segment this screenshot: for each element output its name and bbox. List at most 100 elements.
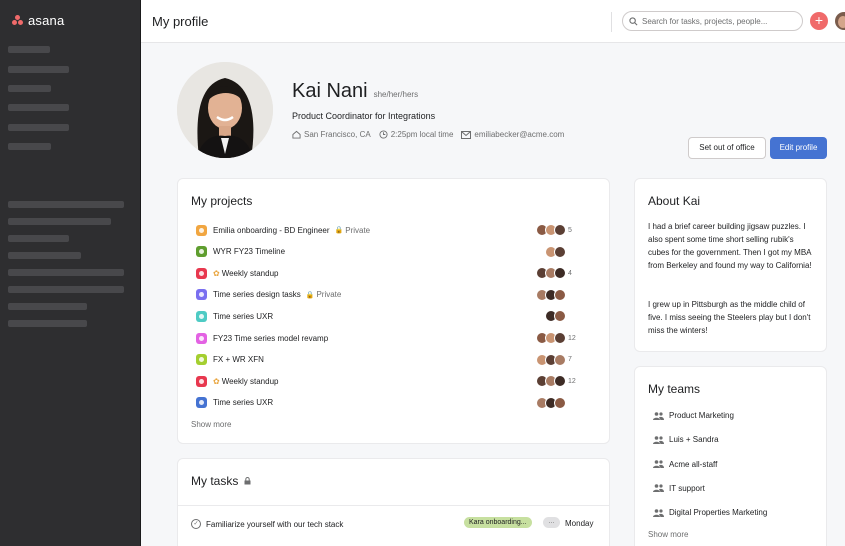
sidebar-nav-placeholder[interactable] (8, 124, 69, 131)
project-row[interactable]: WYR FY23 Timeline (196, 244, 594, 260)
team-item[interactable]: Luis + Sandra (653, 435, 719, 444)
my-tasks-title: My tasks (191, 474, 239, 488)
search-icon (629, 16, 638, 25)
member-avatar (554, 288, 566, 301)
sidebar-nav-placeholder[interactable] (8, 252, 81, 259)
team-item[interactable]: Product Marketing (653, 411, 734, 420)
sidebar-nav-placeholder[interactable] (8, 269, 124, 276)
teams-show-more-link[interactable]: Show more (648, 530, 688, 539)
team-name[interactable]: Acme all-staff (669, 460, 717, 469)
sidebar-nav-placeholder[interactable] (8, 320, 87, 327)
team-icon (653, 484, 664, 493)
project-members[interactable]: 4 (536, 267, 576, 280)
local-time-item: 2:25pm local time (379, 130, 454, 139)
member-avatar (554, 332, 566, 344)
search-input[interactable] (642, 16, 792, 26)
set-out-of-office-button[interactable]: Set out of office (688, 137, 766, 159)
mail-icon (461, 130, 472, 139)
project-row[interactable]: FY23 Time series model revamp 12 (196, 330, 594, 346)
search-box[interactable] (622, 11, 803, 31)
project-members[interactable] (545, 310, 576, 323)
sidebar-nav-placeholder[interactable] (8, 286, 124, 293)
projects-show-more-link[interactable]: Show more (191, 420, 231, 429)
sidebar-nav-placeholder[interactable] (8, 85, 51, 92)
sidebar-nav-placeholder[interactable] (8, 218, 111, 225)
task-name[interactable]: Familiarize yourself with our tech stack (206, 520, 343, 529)
project-name[interactable]: Weekly standup (222, 377, 279, 386)
team-item[interactable]: IT support (653, 484, 705, 493)
profile-meta: San Francisco, CA 2:25pm local time emil… (292, 130, 564, 139)
user-avatar[interactable] (835, 12, 845, 30)
project-members[interactable]: 12 (536, 332, 576, 344)
team-icon (653, 435, 664, 444)
about-title: About Kai (648, 194, 701, 208)
member-avatar (554, 353, 566, 366)
sidebar-nav-placeholder[interactable] (8, 66, 69, 73)
project-row[interactable]: Emilia onboarding - BD Engineer 🔒 Private 5 (196, 222, 594, 238)
profile-avatar[interactable] (177, 62, 273, 158)
sidebar-nav-placeholder[interactable] (8, 303, 87, 310)
home-icon (292, 130, 301, 139)
team-name[interactable]: Digital Properties Marketing (669, 508, 767, 517)
project-color-icon (196, 289, 207, 301)
team-icon (653, 411, 664, 420)
profile-email[interactable]: emiliabecker@acme.com (474, 130, 564, 139)
team-item[interactable]: Digital Properties Marketing (653, 508, 767, 517)
project-members[interactable] (545, 245, 576, 258)
member-avatar (554, 310, 566, 323)
project-name[interactable]: Emilia onboarding - BD Engineer (213, 226, 330, 235)
my-tasks-header: My tasks (191, 474, 251, 488)
project-color-icon (196, 224, 207, 236)
tasks-divider (178, 505, 609, 506)
member-count: 4 (568, 269, 572, 277)
project-row[interactable]: ✿ Weekly standup 12 (196, 373, 594, 389)
private-label: Private (345, 225, 371, 235)
asana-logo[interactable]: asana (12, 13, 64, 28)
email-item[interactable]: emiliabecker@acme.com (461, 130, 564, 139)
task-more-tags[interactable]: ... (543, 517, 560, 528)
project-row[interactable]: Time series design tasks 🔒 Private (196, 287, 594, 303)
flower-emoji-icon: ✿ (213, 268, 220, 278)
add-button[interactable]: + (810, 12, 828, 30)
lock-icon: 🔒 (334, 227, 344, 234)
project-name[interactable]: Time series UXR (213, 312, 273, 321)
plus-icon: + (814, 12, 824, 28)
project-members[interactable]: 12 (536, 375, 576, 388)
profile-local-time: 2:25pm local time (390, 130, 454, 139)
sidebar-nav-placeholder[interactable] (8, 235, 69, 242)
sidebar-nav-placeholder[interactable] (8, 46, 50, 53)
sidebar-nav-placeholder[interactable] (8, 143, 51, 150)
project-name[interactable]: FX + WR XFN (213, 355, 264, 364)
asana-logo-icon (12, 15, 24, 26)
project-row[interactable]: ✿ Weekly standup 4 (196, 265, 594, 281)
project-members[interactable] (536, 396, 576, 409)
project-name[interactable]: Time series design tasks (213, 290, 301, 299)
sidebar-nav-placeholder[interactable] (8, 104, 69, 111)
task-row[interactable]: ✓ Familiarize yourself with our tech sta… (191, 517, 596, 529)
project-row[interactable]: Time series UXR (196, 395, 594, 411)
project-name[interactable]: WYR FY23 Timeline (213, 247, 285, 256)
edit-profile-button[interactable]: Edit profile (770, 137, 827, 159)
my-teams-title: My teams (648, 382, 701, 396)
team-icon (653, 460, 664, 469)
flower-emoji-icon: ✿ (213, 376, 220, 386)
project-row[interactable]: FX + WR XFN 7 (196, 352, 594, 368)
logo-text: asana (28, 13, 65, 28)
team-item[interactable]: Acme all-staff (653, 460, 717, 469)
sidebar-nav-placeholder[interactable] (8, 201, 124, 208)
team-name[interactable]: Luis + Sandra (669, 435, 719, 444)
team-name[interactable]: Product Marketing (669, 411, 734, 420)
project-members[interactable]: 5 (536, 224, 576, 236)
project-members[interactable] (536, 288, 576, 301)
project-members[interactable]: 7 (536, 353, 576, 366)
project-name[interactable]: FY23 Time series model revamp (213, 334, 328, 343)
member-count: 5 (568, 226, 572, 234)
team-name[interactable]: IT support (669, 484, 705, 493)
complete-task-checkbox[interactable]: ✓ (191, 519, 201, 529)
task-due-date[interactable]: Monday (565, 519, 593, 528)
task-project-tag[interactable]: Kara onboarding... (464, 517, 532, 528)
project-name[interactable]: Time series UXR (213, 398, 273, 407)
project-row[interactable]: Time series UXR (196, 308, 594, 324)
project-name[interactable]: Weekly standup (222, 269, 279, 278)
profile-name: Kai Nani (292, 80, 368, 102)
